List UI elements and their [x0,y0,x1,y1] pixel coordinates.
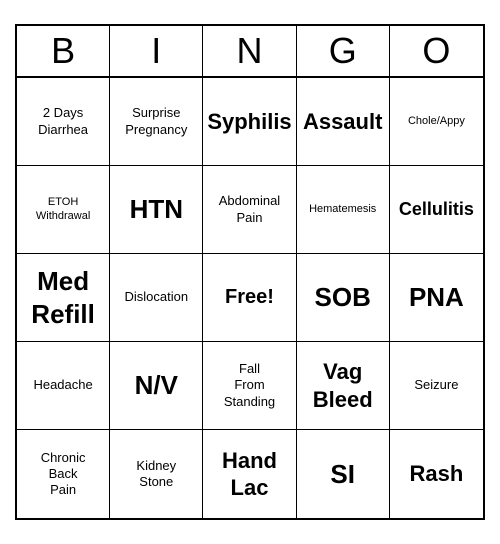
bingo-cell-17: FallFromStanding [203,342,296,430]
bingo-cell-13: SOB [297,254,390,342]
bingo-cell-7: AbdominalPain [203,166,296,254]
bingo-cell-2: Syphilis [203,78,296,166]
bingo-cell-11: Dislocation [110,254,203,342]
bingo-cell-16: N/V [110,342,203,430]
bingo-cell-1: SurprisePregnancy [110,78,203,166]
bingo-card: BINGO 2 DaysDiarrheaSurprisePregnancySyp… [15,24,485,520]
bingo-letter-i: I [110,26,203,76]
bingo-cell-20: ChronicBackPain [17,430,110,518]
bingo-cell-3: Assault [297,78,390,166]
bingo-cell-9: Cellulitis [390,166,483,254]
bingo-cell-18: VagBleed [297,342,390,430]
bingo-cell-6: HTN [110,166,203,254]
bingo-cell-22: HandLac [203,430,296,518]
bingo-cell-19: Seizure [390,342,483,430]
bingo-cell-8: Hematemesis [297,166,390,254]
bingo-cell-14: PNA [390,254,483,342]
bingo-cell-0: 2 DaysDiarrhea [17,78,110,166]
bingo-cell-12: Free! [203,254,296,342]
bingo-cell-23: SI [297,430,390,518]
bingo-letter-o: O [390,26,483,76]
bingo-cell-15: Headache [17,342,110,430]
bingo-letter-b: B [17,26,110,76]
bingo-cell-21: KidneyStone [110,430,203,518]
bingo-cell-10: MedRefill [17,254,110,342]
bingo-grid: 2 DaysDiarrheaSurprisePregnancySyphilisA… [17,78,483,518]
bingo-letter-g: G [297,26,390,76]
bingo-cell-24: Rash [390,430,483,518]
bingo-cell-4: Chole/Appy [390,78,483,166]
bingo-cell-5: ETOHWithdrawal [17,166,110,254]
bingo-header: BINGO [17,26,483,78]
bingo-letter-n: N [203,26,296,76]
